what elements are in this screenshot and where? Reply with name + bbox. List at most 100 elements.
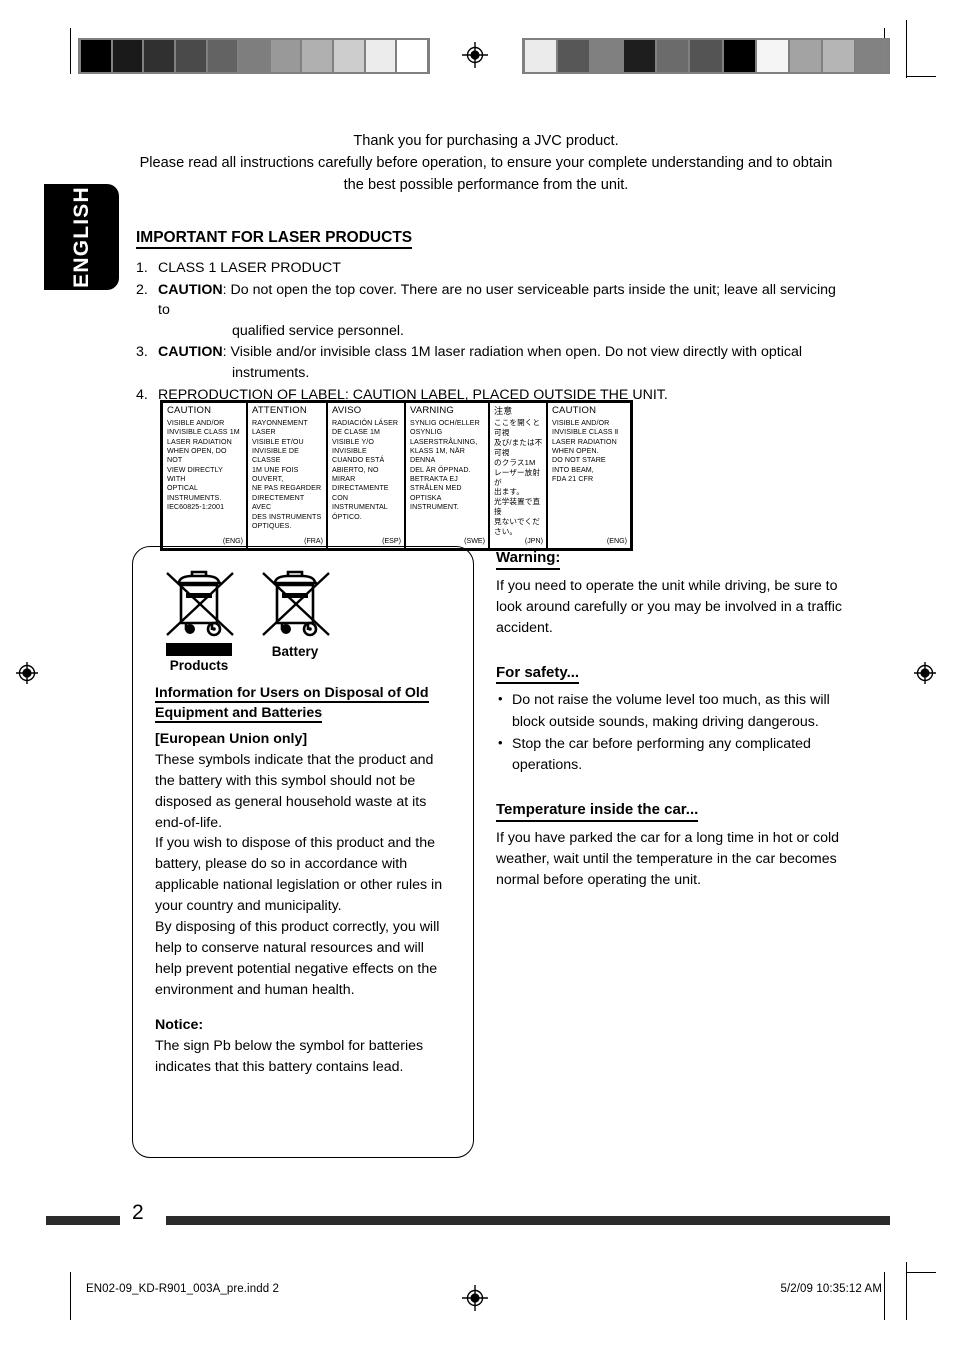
- gray-swatch: [558, 40, 590, 72]
- caution-label-title: VARNING: [410, 405, 454, 416]
- temperature-body: If you have parked the car for a long ti…: [496, 829, 840, 888]
- crossed-wheelie-bin-battery-icon: [255, 565, 335, 641]
- gray-swatch: [302, 40, 333, 72]
- registration-mark-top: [462, 42, 488, 68]
- registration-mark-right: [912, 660, 938, 686]
- gray-swatch: [756, 40, 788, 72]
- gray-swatch: [334, 40, 364, 72]
- caution-label-title: ATTENTION: [252, 405, 307, 416]
- grayscale-strip-right: [522, 38, 890, 74]
- safety-bullet: Do not raise the volume level too much, …: [496, 689, 842, 732]
- caution-label-cell: ATTENTION RAYONNEMENT LASER VISIBLE ET/OU…: [246, 403, 326, 548]
- crop-mark-top-right-h: [906, 76, 936, 77]
- caution-label-body: RADIACIÓN LÁSER DE CLASE 1M VISIBLE Y/O …: [332, 418, 399, 521]
- crop-mark-bottom-right: [884, 1272, 885, 1320]
- registration-mark-left: [14, 660, 40, 686]
- intro-line-2: Please read all instructions carefully b…: [139, 155, 833, 194]
- registration-mark-bottom: [462, 1285, 488, 1311]
- laser-list-sentence: : Visible and/or invisible class 1M lase…: [222, 344, 802, 361]
- intro-line-1: Thank you for purchasing a JVC product.: [353, 133, 619, 149]
- caution-label-language-code: (ENG): [606, 536, 627, 545]
- disposal-symbols: Products Battery: [155, 565, 453, 683]
- laser-list-number: 3.: [136, 344, 148, 361]
- gray-swatch: [690, 40, 722, 72]
- disposal-heading-wrap: Information for Users on Disposal of Old…: [155, 683, 453, 724]
- gray-swatch: [723, 40, 755, 72]
- laser-section-heading: IMPORTANT FOR LASER PRODUCTS: [136, 228, 413, 250]
- laser-section-heading-wrap: IMPORTANT FOR LASER PRODUCTS: [136, 228, 413, 250]
- caution-label-cell: AVISO RADIACIÓN LÁSER DE CLASE 1M VISIBLE…: [326, 403, 404, 548]
- laser-list-item: 2. CAUTION: Do not open the top cover. Th…: [136, 280, 836, 342]
- caution-label-cell: CAUTION VISIBLE AND/OR INVISIBLE CLASS 1M…: [163, 403, 246, 548]
- laser-list-sentence: : Do not open the top cover. There are n…: [158, 281, 836, 319]
- caution-label-title: AVISO: [332, 405, 362, 416]
- caution-label-title: CAUTION: [167, 405, 212, 416]
- crop-mark-bottom-left: [70, 1272, 71, 1320]
- laser-list-sentence: CLASS 1 LASER PRODUCT: [158, 260, 341, 276]
- caution-label-language-code: (FRA): [304, 536, 323, 545]
- disposal-info-box: Products Battery Information for Users o…: [132, 546, 474, 1158]
- weee-battery-symbol-group: Battery: [255, 565, 335, 659]
- intro-block: Thank you for purchasing a JVC product. …: [136, 130, 836, 197]
- language-tab: ENGLISH: [44, 184, 119, 290]
- gray-swatch: [855, 40, 888, 72]
- crop-mark-bottom-right-outer: [906, 1262, 907, 1320]
- caution-label-language-code: (SWE): [464, 536, 485, 545]
- colophon-timestamp: 5/2/09 10:35:12 AM: [780, 1283, 882, 1295]
- caution-label-body: ここを開くと可視 及び/または不可視 のクラス1M レーザー放射が 出ます。 光…: [494, 418, 543, 536]
- laser-list-item: 1. CLASS 1 LASER PRODUCT: [136, 258, 836, 279]
- warning-body: If you need to operate the unit while dr…: [496, 577, 842, 636]
- gray-swatch: [270, 40, 301, 72]
- page-band-left: [46, 1216, 120, 1225]
- caution-keyword: CAUTION: [158, 281, 223, 298]
- disposal-heading: Information for Users on Disposal of Old…: [155, 685, 429, 724]
- page-number-band: 2: [46, 1201, 890, 1227]
- caution-label-body: VISIBLE AND/OR INVISIBLE CLASS Ⅱ LASER R…: [552, 418, 619, 484]
- caution-label-cell: 注意ここを開くと可視 及び/または不可視 のクラス1M レーザー放射が 出ます。…: [488, 403, 546, 548]
- caution-label-title: CAUTION: [552, 405, 597, 416]
- colophon-filename: EN02-09_KD-R901_003A_pre.indd 2: [86, 1283, 279, 1295]
- caution-label-language-code: (ENG): [222, 536, 243, 545]
- gray-swatch: [591, 40, 623, 72]
- laser-list-continuation: instruments.: [232, 364, 310, 381]
- gray-swatch: [81, 40, 111, 72]
- battery-symbol-label: Battery: [271, 644, 319, 659]
- caution-label-cell: CAUTION VISIBLE AND/OR INVISIBLE CLASS Ⅱ …: [546, 403, 630, 548]
- laser-numbered-list: 1. CLASS 1 LASER PRODUCT 2. CAUTION: Do not…: [136, 258, 836, 406]
- gray-swatch: [365, 40, 396, 72]
- gray-swatch: [175, 40, 206, 72]
- page-number: 2: [132, 1201, 144, 1224]
- safety-bullet: Stop the car before performing any compl…: [496, 733, 842, 776]
- laser-list-number: 1.: [136, 260, 148, 276]
- grayscale-strip-left: [78, 38, 430, 74]
- disposal-body: These symbols indicate that the product …: [155, 751, 443, 998]
- laser-list-text: CLASS 1 LASER PRODUCT: [158, 258, 836, 279]
- safety-heading: For safety...: [496, 663, 580, 685]
- safety-bullet-list: Do not raise the volume level too much, …: [496, 689, 842, 776]
- gray-swatch: [144, 40, 174, 72]
- gray-swatch: [624, 40, 656, 72]
- caution-label-language-code: (ESP): [382, 536, 401, 545]
- gray-swatch: [112, 40, 143, 72]
- caution-label-title: 注意: [494, 406, 513, 416]
- right-column: Warning: If you need to operate the unit…: [496, 548, 842, 915]
- gray-swatch: [239, 40, 269, 72]
- language-tab-label: ENGLISH: [69, 186, 93, 288]
- gray-swatch: [397, 40, 428, 72]
- page-band-right: [166, 1216, 890, 1225]
- safety-section: For safety... Do not raise the volume le…: [496, 663, 842, 776]
- redacted-product-name-bar: [166, 643, 232, 656]
- crossed-wheelie-bin-icon: [159, 565, 239, 641]
- temperature-heading: Temperature inside the car...: [496, 800, 699, 822]
- caution-keyword: CAUTION: [158, 344, 223, 361]
- weee-product-symbol-group: Products: [159, 565, 239, 673]
- gray-swatch: [525, 40, 557, 72]
- crop-mark-top-left: [70, 28, 71, 74]
- disposal-subheading: [European Union only]: [155, 731, 308, 748]
- caution-label-cell: VARNING SYNLIG OCH/ELLER OSYNLIG LASERSTR…: [404, 403, 488, 548]
- caution-label-body: SYNLIG OCH/ELLER OSYNLIG LASERSTRÅLNING,…: [410, 418, 480, 512]
- disposal-notice-body: The sign Pb below the symbol for batteri…: [155, 1038, 424, 1075]
- laser-list-item: 3. CAUTION: Visible and/or invisible clas…: [136, 342, 836, 383]
- warning-heading: Warning:: [496, 548, 561, 570]
- disposal-notice-heading: Notice:: [155, 1017, 204, 1034]
